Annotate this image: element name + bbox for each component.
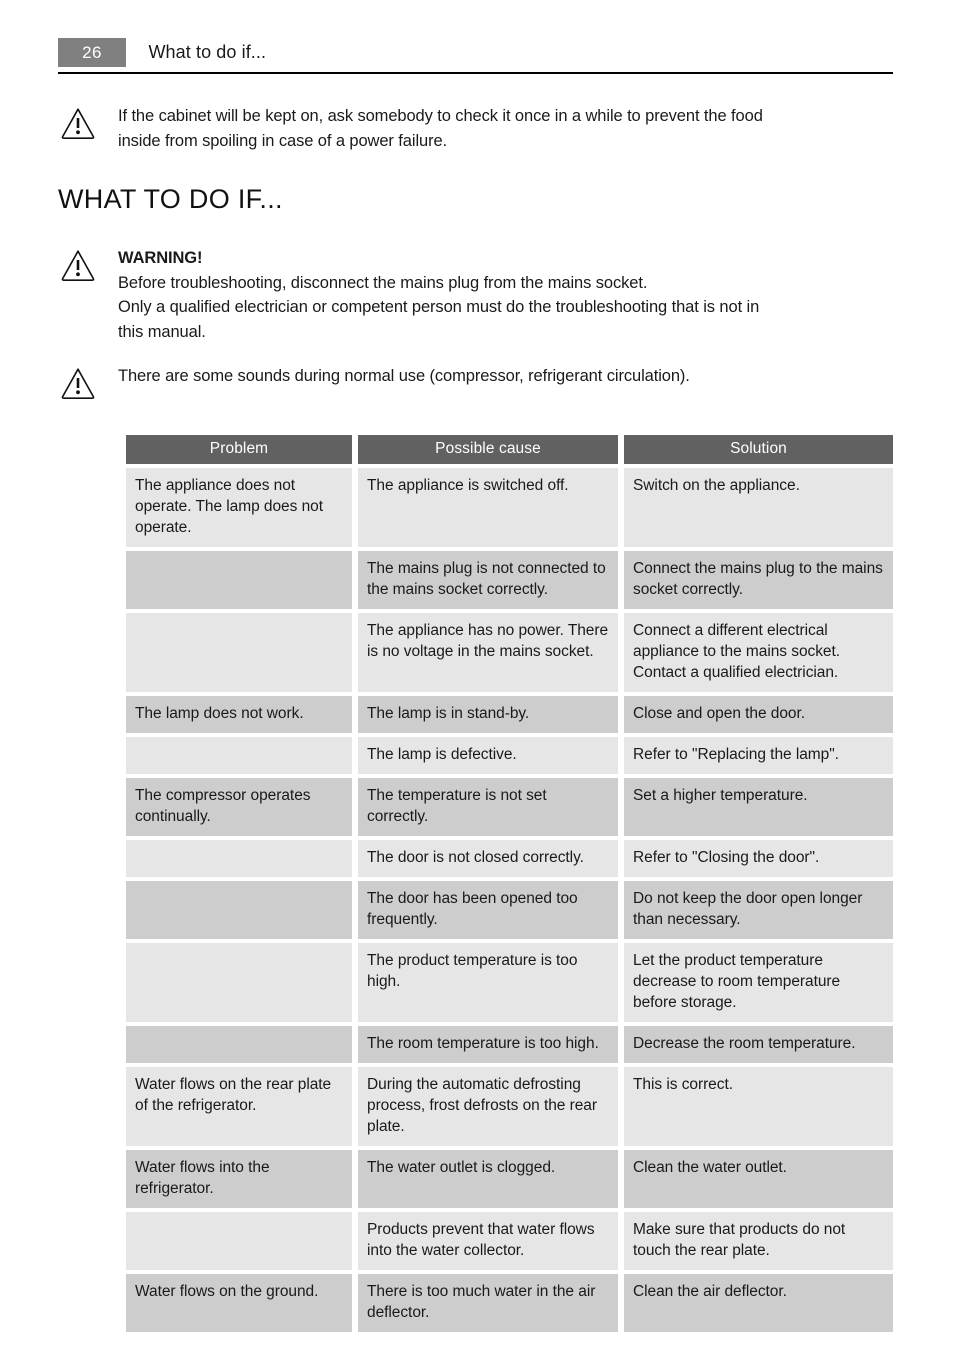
note-warning-text: WARNING! Before troubleshooting, disconn… xyxy=(118,246,759,344)
table-row: The appliance does not operate. The lamp… xyxy=(126,468,893,547)
cell-solution: Clean the air deflector. xyxy=(624,1274,893,1332)
section-title: WHAT TO DO IF... xyxy=(58,184,283,214)
cell-solution: Switch on the appliance. xyxy=(624,468,893,547)
cell-solution: Set a higher temperature. xyxy=(624,778,893,836)
cell-cause: The water outlet is clogged. xyxy=(358,1150,618,1208)
table-row: The door is not closed correctly. Refer t… xyxy=(126,840,893,877)
cell-solution: Connect the mains plug to the mains sock… xyxy=(624,551,893,609)
note-power-failure-text: If the cabinet will be kept on, ask some… xyxy=(118,104,763,153)
cell-cause: The appliance is switched off. xyxy=(358,468,618,547)
table-row: The mains plug is not connected to the m… xyxy=(126,551,893,609)
cell-problem xyxy=(126,737,352,774)
cell-solution: Let the product temperature decrease to … xyxy=(624,943,893,1022)
note-warning: WARNING! Before troubleshooting, disconn… xyxy=(60,246,890,344)
cell-problem xyxy=(126,551,352,609)
table-row: The product temperature is too high. Let … xyxy=(126,943,893,1022)
column-header-cause: Possible cause xyxy=(358,435,618,464)
header-divider xyxy=(58,72,893,74)
cell-problem xyxy=(126,840,352,877)
note-normal-sounds-text: There are some sounds during normal use … xyxy=(118,364,690,389)
table-row: The lamp is defective. Refer to "Replacin… xyxy=(126,737,893,774)
page-header-title: What to do if... xyxy=(148,42,267,62)
table-row: The compressor operates continually. The … xyxy=(126,778,893,836)
note-line: If the cabinet will be kept on, ask some… xyxy=(118,107,763,125)
cell-problem: The lamp does not work. xyxy=(126,696,352,733)
note-normal-sounds: There are some sounds during normal use … xyxy=(60,364,890,400)
cell-cause: During the automatic defrosting process,… xyxy=(358,1067,618,1146)
cell-cause: The lamp is in stand-by. xyxy=(358,696,618,733)
table-row: Water flows into the refrigerator. The wa… xyxy=(126,1150,893,1208)
cell-solution: Connect a different electrical appliance… xyxy=(624,613,893,692)
cell-cause: The door has been opened too frequently. xyxy=(358,881,618,939)
table-row: The appliance has no power. There is no … xyxy=(126,613,893,692)
note-line: this manual. xyxy=(118,322,206,341)
note-line: There are some sounds during normal use … xyxy=(118,367,690,385)
table-row: Water flows on the ground. There is too m… xyxy=(126,1274,893,1332)
cell-solution: Refer to "Closing the door". xyxy=(624,840,893,877)
cell-problem xyxy=(126,1026,352,1063)
table-row: The lamp does not work. The lamp is in st… xyxy=(126,696,893,733)
cell-problem xyxy=(126,613,352,692)
cell-cause: The temperature is not set correctly. xyxy=(358,778,618,836)
cell-cause: The mains plug is not connected to the m… xyxy=(358,551,618,609)
cell-cause: The product temperature is too high. xyxy=(358,943,618,1022)
note-line: inside from spoiling in case of a power … xyxy=(118,131,448,150)
cell-solution: This is correct. xyxy=(624,1067,893,1146)
note-power-failure: If the cabinet will be kept on, ask some… xyxy=(60,104,890,153)
cell-cause: The room temperature is too high. xyxy=(358,1026,618,1063)
cell-solution: Decrease the room temperature. xyxy=(624,1026,893,1063)
table-row: The room temperature is too high. Decreas… xyxy=(126,1026,893,1063)
column-header-solution: Solution xyxy=(624,435,893,464)
table-header-row: Problem Possible cause Solution xyxy=(126,435,893,464)
cell-cause: The door is not closed correctly. xyxy=(358,840,618,877)
cell-problem xyxy=(126,1212,352,1270)
cell-problem: The appliance does not operate. The lamp… xyxy=(126,468,352,547)
cell-cause: There is too much water in the air defle… xyxy=(358,1274,618,1332)
cell-problem xyxy=(126,881,352,939)
page-number-badge: 26 xyxy=(58,38,126,67)
cell-cause: The lamp is defective. xyxy=(358,737,618,774)
cell-cause: The appliance has no power. There is no … xyxy=(358,613,618,692)
cell-problem: The compressor operates continually. xyxy=(126,778,352,836)
cell-problem: Water flows on the ground. xyxy=(126,1274,352,1332)
cell-solution: Close and open the door. xyxy=(624,696,893,733)
warning-triangle-icon xyxy=(60,366,96,400)
table-row: Products prevent that water flows into t… xyxy=(126,1212,893,1270)
cell-problem: Water flows into the refrigerator. xyxy=(126,1150,352,1208)
cell-solution: Refer to "Replacing the lamp". xyxy=(624,737,893,774)
cell-problem: Water flows on the rear plate of the ref… xyxy=(126,1067,352,1146)
note-line: Before troubleshooting, disconnect the m… xyxy=(118,273,648,292)
cell-problem xyxy=(126,943,352,1022)
note-line: Only a qualified electrician or competen… xyxy=(118,298,760,316)
table-row: Water flows on the rear plate of the ref… xyxy=(126,1067,893,1146)
column-header-problem: Problem xyxy=(126,435,352,464)
warning-triangle-icon xyxy=(60,248,96,282)
warning-triangle-icon xyxy=(60,106,96,140)
cell-solution: Make sure that products do not touch the… xyxy=(624,1212,893,1270)
table-body: The appliance does not operate. The lamp… xyxy=(126,468,893,1332)
troubleshooting-table: Problem Possible cause Solution The appl… xyxy=(120,431,899,1336)
page-header: 26 What to do if... xyxy=(58,38,893,72)
table-row: The door has been opened too frequently.… xyxy=(126,881,893,939)
cell-cause: Products prevent that water flows into t… xyxy=(358,1212,618,1270)
cell-solution: Clean the water outlet. xyxy=(624,1150,893,1208)
warning-heading: WARNING! xyxy=(118,249,203,267)
cell-solution: Do not keep the door open longer than ne… xyxy=(624,881,893,939)
